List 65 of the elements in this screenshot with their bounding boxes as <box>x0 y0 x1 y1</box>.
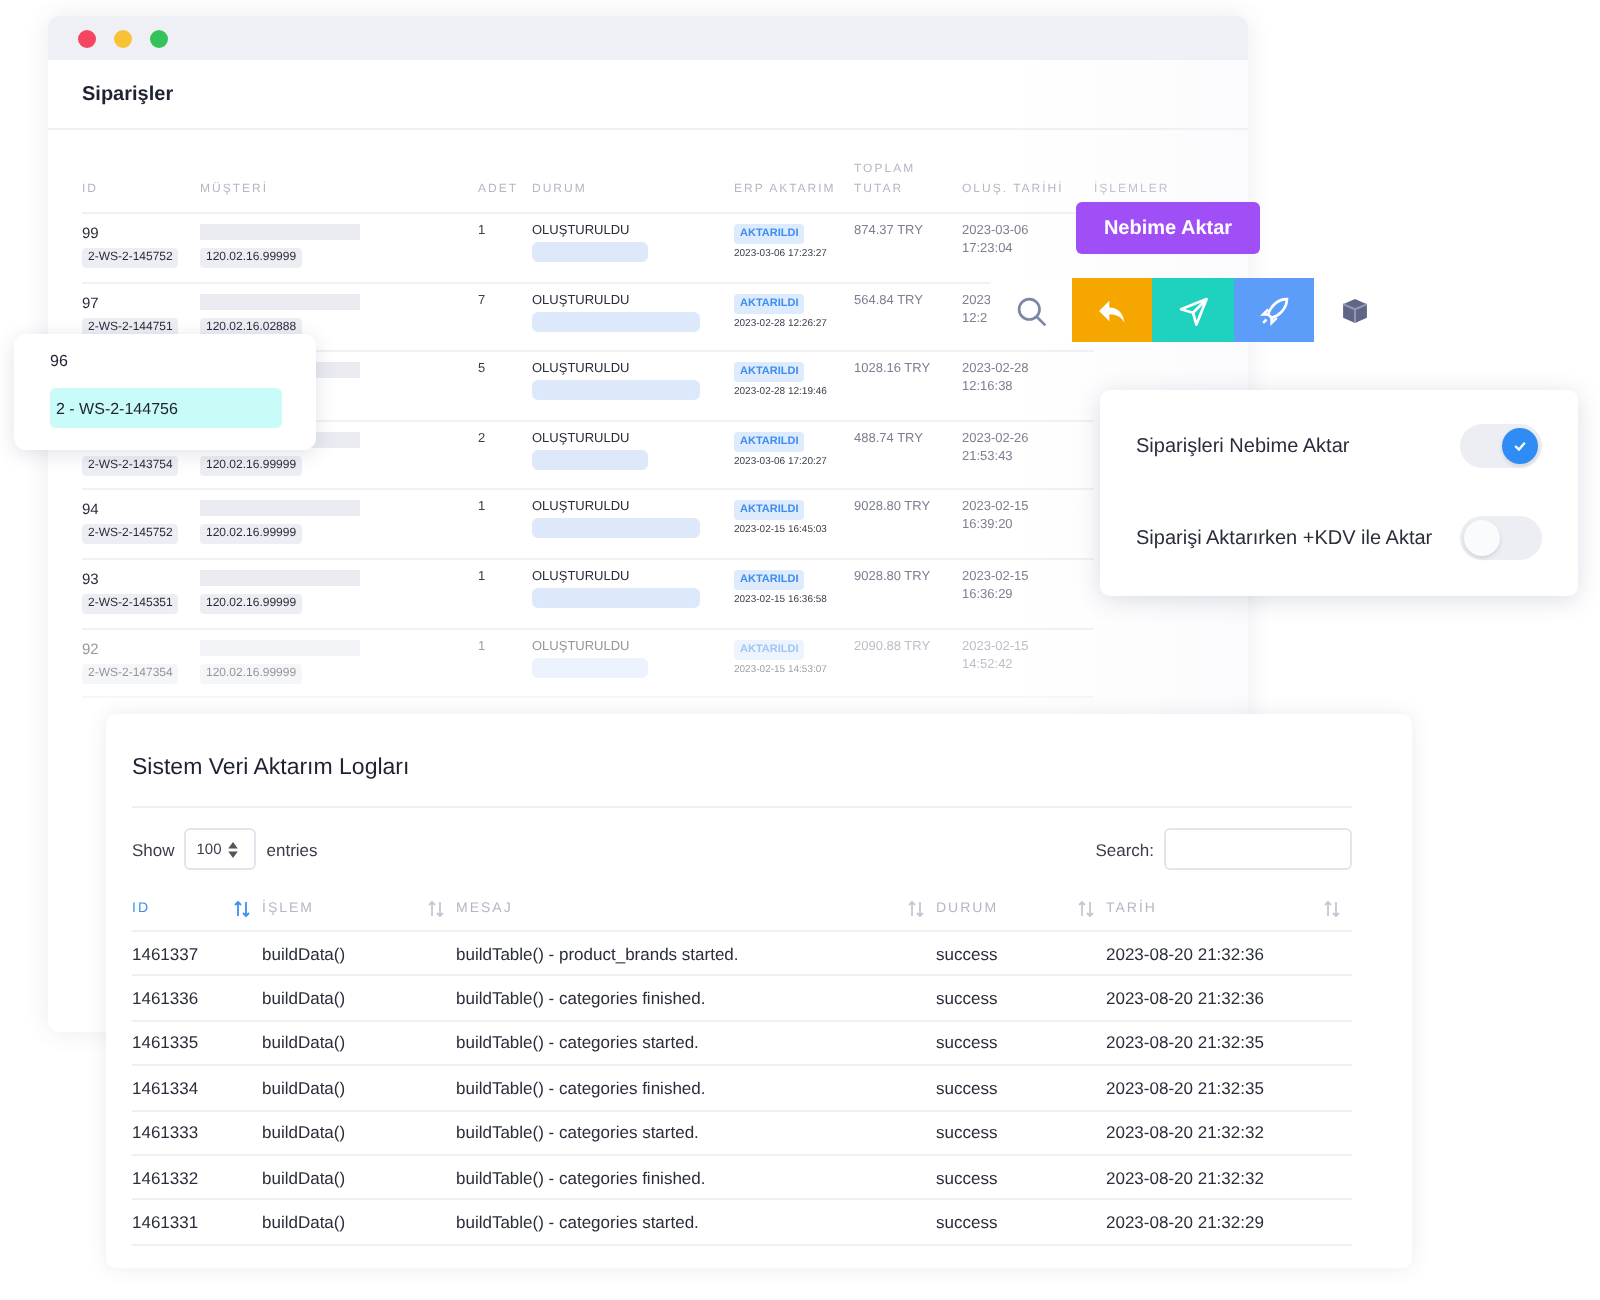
table-cell: 2023-08-20 21:32:36 <box>1106 976 1352 1022</box>
toggle-switch[interactable] <box>1460 516 1542 560</box>
paper-plane-icon <box>1175 293 1210 327</box>
table-cell: buildTable() - categories started. <box>456 1021 936 1067</box>
sort-icon <box>428 899 444 917</box>
table-cell: 1461337 <box>132 932 262 977</box>
entries-label: entries <box>266 839 318 859</box>
table-cell: 2023-08-20 21:32:29 <box>1106 1200 1352 1246</box>
window-dot-icon <box>150 29 168 47</box>
search-label: Search: <box>1095 839 1154 859</box>
setting-label: Siparişi Aktarırken +KDV ile Aktar <box>1136 525 1435 553</box>
table-cell: 1461331 <box>132 1200 262 1246</box>
table-cell: buildTable() - categories finished. <box>456 1155 936 1201</box>
table-cell: buildTable() - categories finished. <box>456 976 936 1022</box>
table-cell: success <box>936 1021 1106 1067</box>
check-icon <box>1512 438 1528 454</box>
table-cell: 2023-08-20 21:32:35 <box>1106 1021 1352 1067</box>
table-cell: 1461332 <box>132 1155 262 1201</box>
table-cell: success <box>936 1111 1106 1156</box>
rocket-icon <box>1257 293 1292 327</box>
tooltip: Nebime Aktar <box>1076 202 1260 254</box>
table-cell: buildData() <box>262 1111 456 1156</box>
window-dot-icon <box>78 29 96 47</box>
sort-icon <box>908 899 924 917</box>
panel-title: Sistem Veri Aktarım Logları <box>132 714 1352 808</box>
updown-caret-icon <box>227 841 238 857</box>
action-button[interactable] <box>1233 278 1315 342</box>
table-cell: success <box>936 1155 1106 1201</box>
table-cell: success <box>936 932 1106 977</box>
search-field[interactable] <box>1164 828 1352 870</box>
search-icon <box>1013 293 1048 327</box>
sort-icon <box>1324 899 1340 917</box>
table-cell: success <box>936 1200 1106 1246</box>
table-cell: buildData() <box>262 976 456 1022</box>
table-cell: buildTable() - product_brands started. <box>456 932 936 977</box>
table-cell: 1461335 <box>132 1021 262 1067</box>
sort-icon <box>234 899 250 917</box>
table-cell: buildTable() - categories started. <box>456 1111 936 1156</box>
order-id: 96 <box>50 352 70 370</box>
table-cell: 2023-08-20 21:32:32 <box>1106 1111 1352 1156</box>
page-title: Siparişler <box>48 60 1248 130</box>
table-cell: 2023-08-20 21:32:35 <box>1106 1066 1352 1112</box>
window-dot-icon <box>114 29 132 47</box>
toggle-switch[interactable] <box>1460 424 1542 468</box>
sort-icon <box>1078 899 1094 917</box>
table-cell: 2023-08-20 21:32:36 <box>1106 932 1352 977</box>
table-cell: success <box>936 1066 1106 1112</box>
table-cell: 1461334 <box>132 1066 262 1112</box>
table-cell: buildData() <box>262 1066 456 1112</box>
status-bar <box>532 242 648 262</box>
status-bar <box>532 449 648 470</box>
table-cell: 2023-08-20 21:32:32 <box>1106 1155 1352 1201</box>
table-cell: 1461333 <box>132 1111 262 1156</box>
table-cell: buildTable() - categories finished. <box>456 1066 936 1112</box>
table-cell: 1461336 <box>132 976 262 1022</box>
show-label: Show <box>132 839 175 859</box>
table-cell: buildData() <box>262 1021 456 1067</box>
order-code: 2 - WS-2-144756 <box>50 388 282 428</box>
table-cell: buildTable() - categories started. <box>456 1200 936 1246</box>
table-cell: buildData() <box>262 932 456 977</box>
table-cell: buildData() <box>262 1155 456 1201</box>
table-cell: success <box>936 976 1106 1022</box>
table-cell: buildData() <box>262 1200 456 1246</box>
box-icon <box>1338 293 1373 327</box>
setting-label: Siparişleri Nebime Aktar <box>1136 433 1352 461</box>
